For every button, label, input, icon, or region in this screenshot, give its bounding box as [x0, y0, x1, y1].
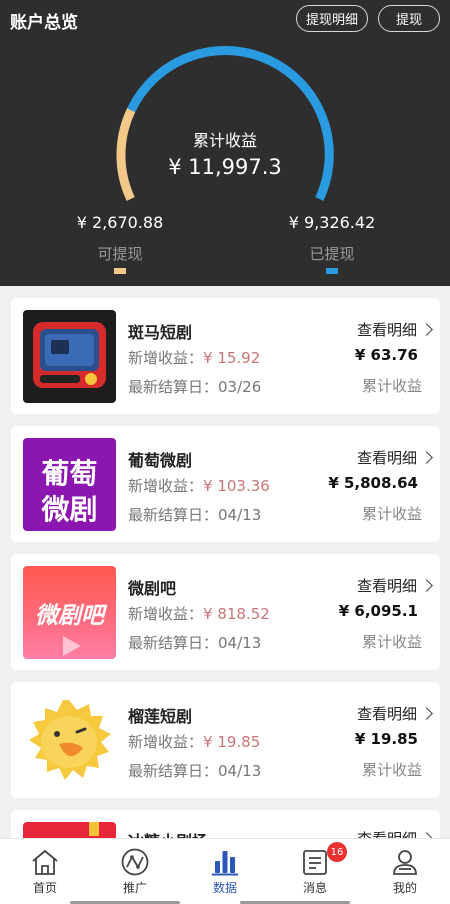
platform-name: 葡萄微剧 [128, 451, 193, 470]
cumulative-earnings-label: 累计收益 [361, 633, 422, 651]
zebra-tv-icon [23, 310, 116, 403]
settle-date-row: 最新结算日：04/13 [128, 506, 262, 524]
weiju-ba-logo: 微剧吧 [23, 566, 116, 659]
cumulative-earnings-value: ¥ 19.85 [354, 730, 418, 748]
platform-card-durian[interactable]: 榴莲短剧 新增收益：¥ 19.85 最新结算日：04/13 查看明细 ¥ 19.… [11, 682, 440, 798]
platform-card-grape[interactable]: 葡萄 微剧 葡萄微剧 新增收益：¥ 103.36 最新结算日：04/13 查看明… [11, 426, 440, 542]
tab-label: 数据 [212, 881, 237, 895]
tab-messages[interactable]: 16 消息 [270, 839, 360, 904]
cumulative-earnings-value: ¥ 63.76 [354, 346, 418, 364]
account-overview-header: 账户总览 提现明细 提现 累计收益 ¥ 11,997.3 ¥ 2,670.88 … [0, 0, 450, 286]
tab-label: 我的 [392, 881, 417, 895]
settle-date-row: 最新结算日：04/13 [128, 634, 262, 652]
tab-label: 首页 [32, 881, 57, 895]
home-icon [32, 850, 58, 875]
tab-home[interactable]: 首页 [0, 839, 90, 904]
cumulative-earnings-label: 累计收益 [361, 505, 422, 523]
total-earnings-value: ¥ 11,997.3 [168, 155, 282, 179]
tab-label: 推广 [122, 881, 147, 895]
bottom-tab-bar: 首页 推广 数据 16 消息 我的 [0, 838, 450, 904]
view-detail-link[interactable]: 查看明细 [357, 447, 433, 468]
new-income-row: 新增收益：¥ 818.52 [128, 605, 270, 623]
withdrawn-color-marker [326, 268, 338, 274]
view-detail-link[interactable]: 查看明细 [357, 319, 433, 340]
settle-date-value: 04/13 [218, 762, 262, 780]
unread-badge: 16 [327, 842, 347, 862]
message-icon [303, 850, 327, 875]
new-income-row: 新增收益：¥ 15.92 [128, 349, 261, 367]
grape-drama-logo: 葡萄 微剧 [23, 438, 116, 531]
profile-icon [393, 850, 417, 875]
cumulative-earnings-value: ¥ 5,808.64 [328, 474, 418, 492]
new-income-value: ¥ 103.36 [203, 477, 270, 495]
cumulative-earnings-label: 累计收益 [361, 377, 422, 395]
new-income-value: ¥ 19.85 [203, 733, 261, 751]
withdrawable-label: 可提现 [97, 245, 143, 263]
chevron-right-icon [420, 579, 433, 592]
tab-data[interactable]: 数据 [180, 839, 270, 904]
platform-name: 榴莲短剧 [128, 707, 193, 726]
platform-card-weiju[interactable]: 微剧吧 微剧吧 新增收益：¥ 818.52 最新结算日：04/13 查看明细 ¥… [11, 554, 440, 670]
durian-duck-icon [23, 694, 116, 787]
new-income-row: 新增收益：¥ 19.85 [128, 733, 261, 751]
withdrawn-label: 已提现 [309, 245, 355, 263]
tab-promote[interactable]: 推广 [90, 839, 180, 904]
withdrawable-amount: ¥ 2,670.88 [76, 213, 164, 232]
bar-chart-icon [212, 851, 238, 876]
platform-name: 斑马短剧 [128, 323, 193, 342]
settle-date-row: 最新结算日：04/13 [128, 762, 262, 780]
chevron-right-icon [420, 451, 433, 464]
new-income-value: ¥ 818.52 [203, 605, 270, 623]
promote-icon [121, 848, 149, 876]
platform-card-zebra[interactable]: 斑马短剧 新增收益：¥ 15.92 最新结算日：03/26 查看明细 ¥ 63.… [11, 298, 440, 414]
cumulative-earnings-value: ¥ 6,095.1 [338, 602, 418, 620]
tab-profile[interactable]: 我的 [360, 839, 450, 904]
new-income-value: ¥ 15.92 [203, 349, 261, 367]
settle-date-value: 03/26 [218, 378, 262, 396]
settle-date-value: 04/13 [218, 506, 262, 524]
settle-date-value: 04/13 [218, 634, 262, 652]
new-income-row: 新增收益：¥ 103.36 [128, 477, 270, 495]
cumulative-earnings-label: 累计收益 [361, 761, 422, 779]
settle-date-row: 最新结算日：03/26 [128, 378, 262, 396]
withdrawn-amount: ¥ 9,326.42 [288, 213, 376, 232]
chevron-right-icon [420, 323, 433, 336]
chevron-right-icon [420, 707, 433, 720]
total-earnings-label: 累计收益 [192, 131, 257, 150]
view-detail-link[interactable]: 查看明细 [357, 703, 433, 724]
withdrawable-color-marker [114, 268, 126, 274]
tab-label: 消息 [302, 881, 327, 895]
view-detail-link[interactable]: 查看明细 [357, 575, 433, 596]
platform-name: 微剧吧 [128, 579, 177, 598]
